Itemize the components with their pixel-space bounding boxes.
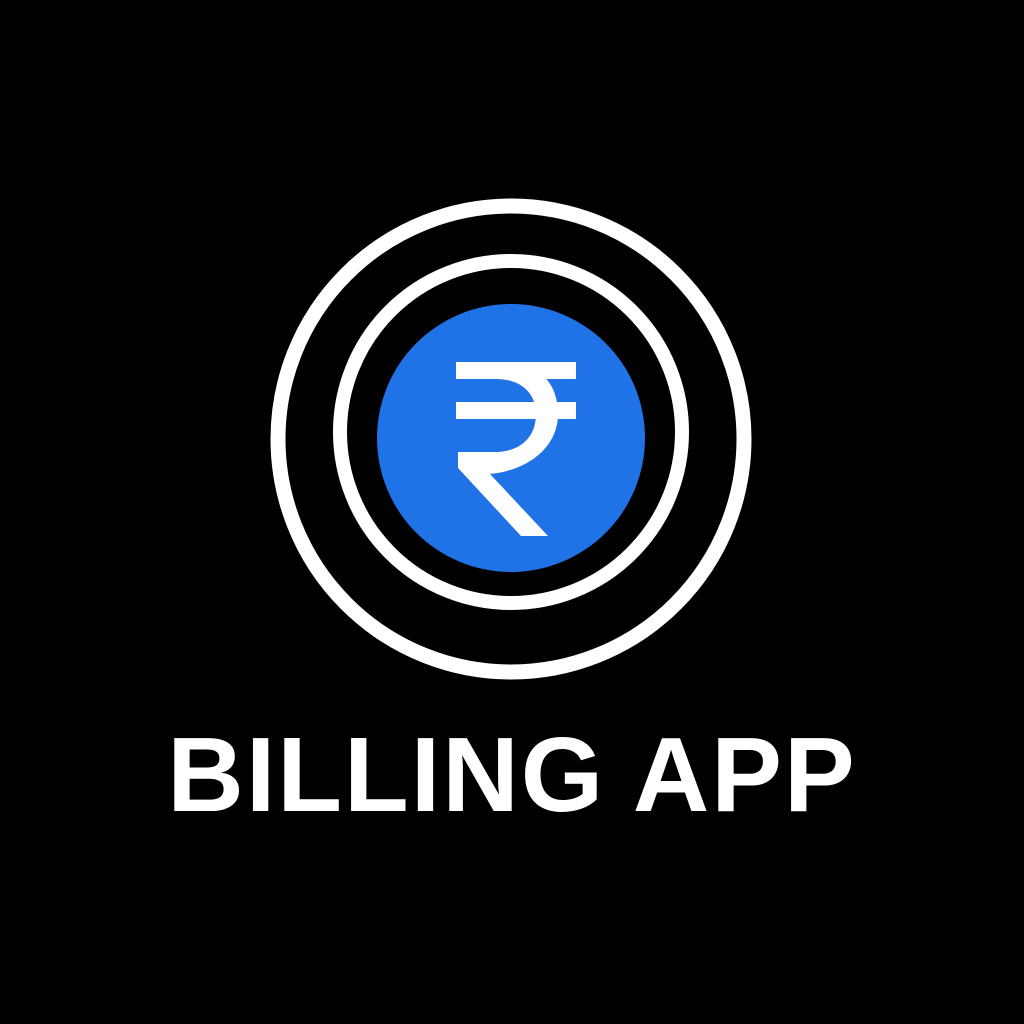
app-title: BILLING APP xyxy=(167,716,857,834)
app-logo-splash: BILLING APP xyxy=(0,0,1024,1024)
accent-disc xyxy=(377,304,645,572)
logo-mark xyxy=(270,198,752,680)
